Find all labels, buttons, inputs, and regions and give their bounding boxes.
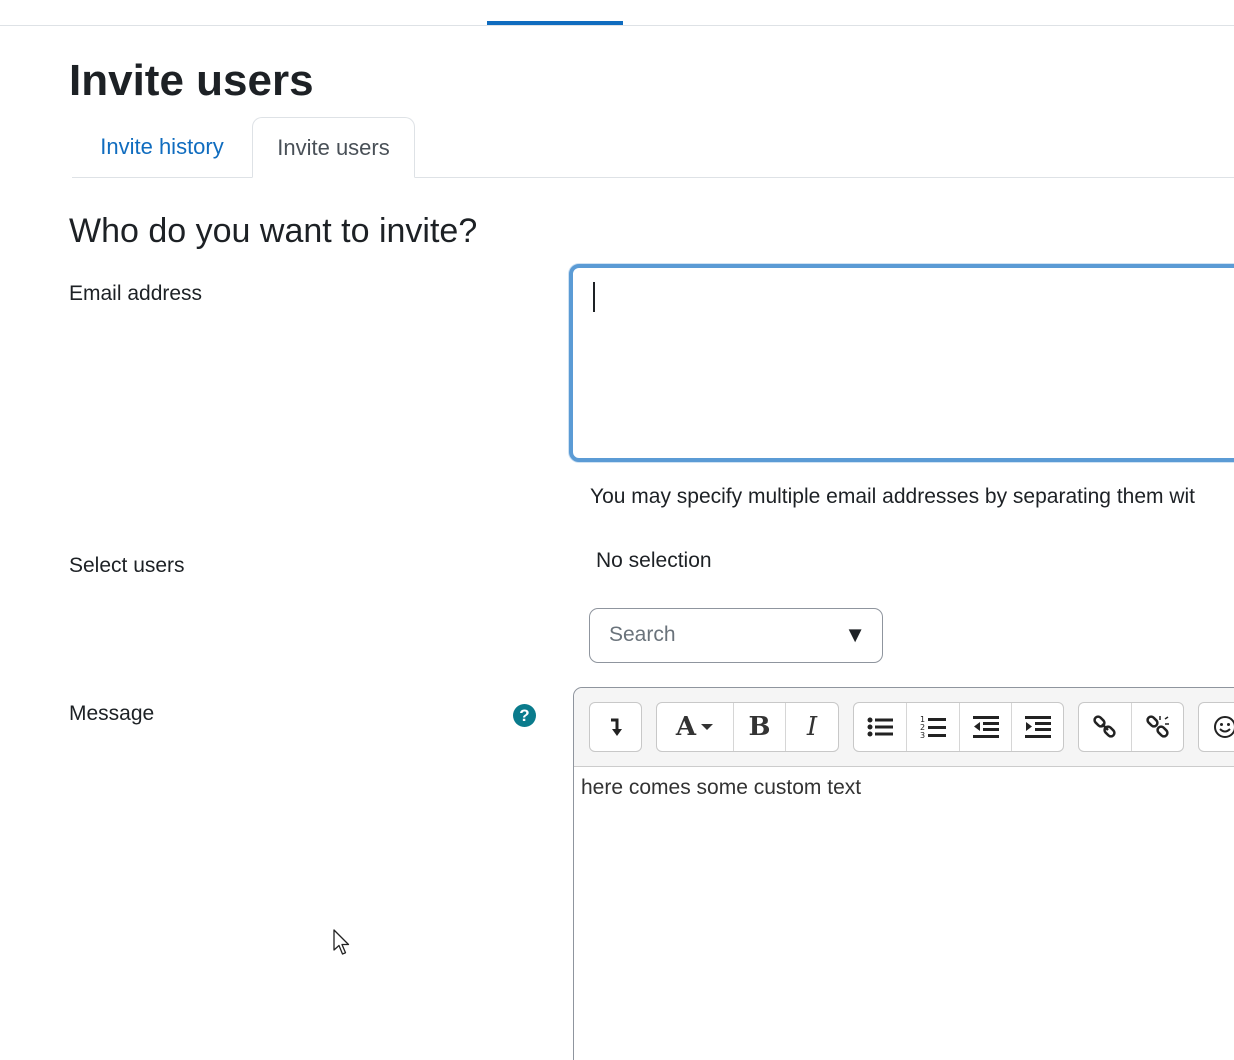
message-editor[interactable]: A B I 123 here comes some custom text [573, 687, 1234, 1060]
font-style-icon: A [675, 712, 697, 742]
no-selection-text: No selection [596, 549, 712, 572]
font-style-button[interactable]: A [657, 703, 734, 751]
section-title: Who do you want to invite? [69, 212, 478, 250]
toolbar-group-links [1078, 702, 1184, 752]
toolbar-group-format: A B I [656, 702, 839, 752]
indent-icon[interactable] [1012, 703, 1063, 751]
toolbar-group-lists: 123 [853, 702, 1064, 752]
bold-button[interactable]: B [734, 703, 786, 751]
chevron-down-icon [701, 724, 714, 730]
page-title: Invite users [69, 56, 314, 105]
user-search-select[interactable]: Search ▼ [589, 608, 883, 663]
collapse-icon[interactable] [590, 703, 641, 751]
bold-icon: B [748, 712, 771, 742]
tab-invite-history[interactable]: Invite history [72, 117, 252, 177]
link-icon[interactable] [1079, 703, 1132, 751]
unordered-list-icon[interactable] [854, 703, 907, 751]
svg-text:3: 3 [920, 731, 925, 739]
dropdown-arrow-icon[interactable]: ▼ [844, 622, 866, 648]
help-icon[interactable]: ? [513, 704, 536, 727]
unlink-icon[interactable] [1132, 703, 1183, 751]
mouse-pointer-icon [333, 929, 350, 955]
emoji-icon[interactable] [1199, 703, 1234, 751]
top-nav-divider [0, 25, 1234, 26]
message-label: Message [69, 702, 155, 725]
message-text: here comes some custom text [581, 776, 862, 799]
outdent-icon[interactable] [960, 703, 1012, 751]
email-label: Email address [69, 282, 203, 305]
select-users-label: Select users [69, 554, 185, 577]
email-help-text: You may specify multiple email addresses… [590, 485, 1196, 508]
ordered-list-icon[interactable]: 123 [907, 703, 960, 751]
tab-invite-users[interactable]: Invite users [252, 117, 415, 178]
italic-icon: I [806, 712, 818, 742]
tabs-divider [72, 177, 1234, 178]
toolbar-group-emoji [1198, 702, 1234, 752]
text-caret [593, 282, 595, 312]
italic-button[interactable]: I [786, 703, 838, 751]
toolbar-group-collapse [589, 702, 642, 752]
editor-toolbar: A B I 123 [574, 688, 1234, 767]
top-nav-active-indicator [487, 21, 623, 25]
search-placeholder: Search [609, 623, 676, 646]
email-field[interactable] [569, 264, 1234, 462]
